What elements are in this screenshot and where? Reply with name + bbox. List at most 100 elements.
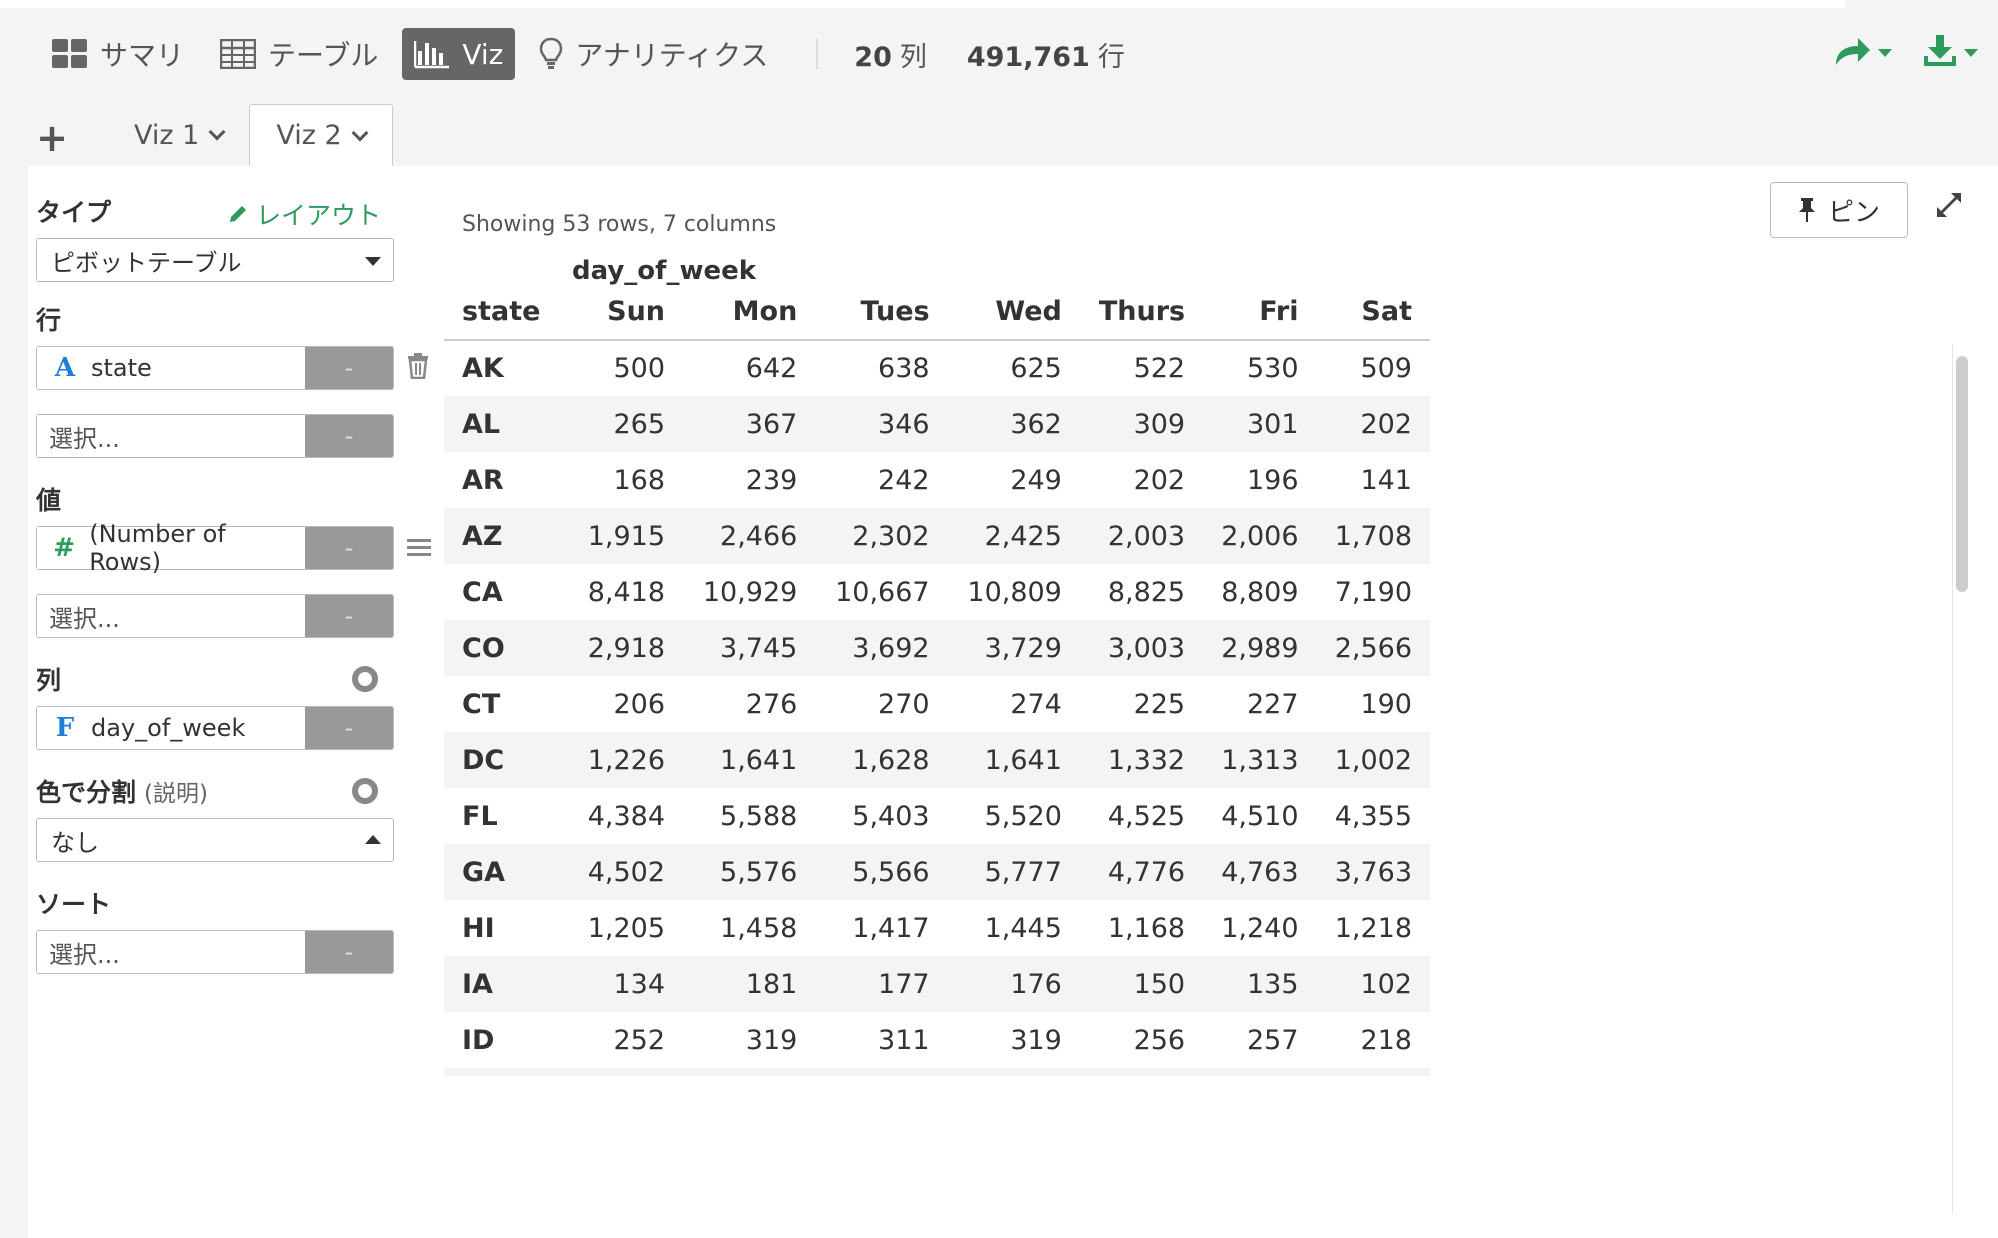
table-cell: 1,445 [984, 912, 1062, 944]
row-count-value: 491,761 [966, 41, 1090, 73]
table-cell: 10,809 [967, 576, 1062, 608]
string-type-icon: A [54, 353, 76, 383]
factor-type-icon: F [55, 713, 75, 743]
column-header[interactable]: Wed [947, 284, 1080, 341]
chevron-down-icon[interactable] [351, 124, 369, 141]
table-cell: 134 [569, 956, 684, 1012]
analytics-view-button[interactable]: アナリティクス [527, 28, 780, 80]
menu-lines-icon[interactable] [407, 537, 431, 563]
table-cell: 225 [1133, 688, 1186, 720]
viz-tabs: + Viz 1 Viz 2 [36, 102, 393, 166]
add-tab-button[interactable]: + [36, 110, 68, 166]
table-cell: 319 [745, 1024, 798, 1056]
value-field-placeholder[interactable]: 選択... [37, 595, 305, 637]
toolbar-divider [816, 39, 819, 69]
column-header[interactable]: Mon [683, 284, 816, 341]
table-cell: 257 [1246, 1024, 1299, 1056]
remove-empty-value-button[interactable]: - [305, 595, 393, 637]
color-split-value: なし [51, 828, 99, 857]
tab-viz-2[interactable]: Viz 2 [249, 104, 393, 166]
share-button[interactable] [1832, 35, 1892, 71]
summary-view-button[interactable]: サマリ [40, 28, 196, 80]
column-header[interactable]: Sat [1316, 284, 1430, 341]
color-split-select[interactable]: なし [36, 818, 394, 862]
value-field-label: (Number of Rows) [89, 520, 226, 576]
row-header-cell: CT [462, 688, 501, 720]
column-field-label: day_of_week [91, 714, 246, 742]
table-cell: 3,745 [683, 620, 816, 676]
table-row: DC 1,226 1,641 1,628 1,641 1,332 1,313 1,002 [444, 732, 1430, 788]
values-section-label: 値 [36, 484, 456, 515]
sort-section-label: ソート [36, 888, 456, 919]
scrollbar-thumb[interactable] [1956, 356, 1968, 592]
layout-link[interactable]: レイアウト [228, 196, 381, 232]
table-cell: 242 [878, 464, 930, 496]
columns-gear-icon[interactable] [352, 666, 378, 692]
row-field-state[interactable]: A state - [36, 346, 428, 390]
tab-viz-1[interactable]: Viz 1 [108, 104, 249, 166]
value-field-empty[interactable]: 選択... - [36, 594, 394, 638]
table-row: AR 168 239 242 249 202 196 141 [444, 452, 1430, 508]
table-cell: 276 [745, 688, 798, 720]
pivot-table: state Sun Mon Tues Wed Thurs Fri Sat AK 500 642 63… [444, 284, 1430, 1076]
trash-icon[interactable] [407, 353, 429, 383]
sort-field-empty[interactable]: 選択... - [36, 930, 394, 974]
pushpin-icon [1798, 197, 1816, 223]
table-row: IL3,9065,0425,0185,0034,0593,9943,299 [444, 1068, 1430, 1076]
table-cell: 249 [1010, 464, 1062, 496]
table-cell: 625 [1010, 353, 1062, 384]
row-field-empty[interactable]: 選択... - [36, 414, 394, 458]
dropdown-arrow-icon [365, 257, 381, 266]
table-cell: 181 [683, 956, 816, 1012]
table-cell: 102 [1316, 956, 1430, 1012]
remove-value-field-button[interactable]: - [305, 527, 393, 569]
color-section-label: 色で分割 (説明) [36, 774, 456, 808]
table-cell: 309 [1079, 396, 1204, 452]
table-cell: 1,205 [587, 912, 666, 944]
table-row: GA 4,502 5,576 5,566 5,777 4,776 4,763 3,763 [444, 844, 1430, 900]
table-cell: 1,708 [1316, 508, 1430, 564]
column-field-name[interactable]: F day_of_week [37, 707, 305, 749]
table-cell: 5,003 [947, 1068, 1080, 1076]
table-cell: 190 [1360, 688, 1412, 720]
chart-type-select[interactable]: ピボットテーブル [36, 238, 394, 282]
column-header[interactable]: Sun [569, 284, 684, 341]
table-cell: 3,692 [815, 620, 948, 676]
chevron-down-icon[interactable] [208, 123, 226, 141]
pin-button[interactable]: ピン [1770, 182, 1908, 238]
table-cell: 202 [1133, 464, 1186, 496]
column-header[interactable]: Thurs [1079, 284, 1204, 341]
config-sidebar: タイプ レイアウト ピボットテーブル 行 A state - 選択... - 値… [36, 196, 456, 974]
value-field-count[interactable]: # (Number of Rows) - [36, 520, 431, 576]
table-cell: 150 [1079, 956, 1204, 1012]
column-header[interactable]: Fri [1203, 284, 1317, 341]
viz-view-button[interactable]: Viz [402, 28, 516, 80]
table-cell: 4,059 [1079, 1068, 1204, 1076]
column-field-day-of-week[interactable]: F day_of_week - [36, 706, 394, 750]
chart-type-value: ピボットテーブル [51, 248, 242, 277]
table-row: AK 500 642 638 625 522 530 509 [444, 340, 1430, 396]
remove-sort-button[interactable]: - [305, 931, 393, 973]
download-button[interactable] [1922, 34, 1978, 72]
table-cell: 176 [947, 956, 1080, 1012]
sort-field-placeholder[interactable]: 選択... [37, 931, 305, 973]
row-field-name[interactable]: A state [37, 347, 305, 389]
color-gear-icon[interactable] [352, 778, 378, 804]
table-cell: 1,641 [683, 732, 816, 788]
table-view-label: テーブル [268, 39, 379, 72]
row-field-placeholder[interactable]: 選択... [37, 415, 305, 457]
table-cell: 5,777 [947, 844, 1080, 900]
table-cell: 218 [1360, 1024, 1412, 1056]
remove-empty-row-button[interactable]: - [305, 415, 393, 457]
remove-column-field-button[interactable]: - [305, 707, 393, 749]
color-help-link[interactable]: (説明) [144, 774, 208, 808]
viz-panel: タイプ レイアウト ピボットテーブル 行 A state - 選択... - 値… [28, 166, 1998, 1238]
table-cell: 5,576 [683, 844, 816, 900]
table-view-button[interactable]: テーブル [208, 28, 390, 80]
column-header[interactable]: Tues [815, 284, 948, 341]
remove-row-field-button[interactable]: - [305, 347, 393, 389]
expand-icon[interactable] [1936, 192, 1962, 222]
value-field-name[interactable]: # (Number of Rows) [37, 520, 305, 576]
table-cell: 2,989 [1203, 620, 1317, 676]
column-header[interactable]: state [444, 284, 570, 341]
